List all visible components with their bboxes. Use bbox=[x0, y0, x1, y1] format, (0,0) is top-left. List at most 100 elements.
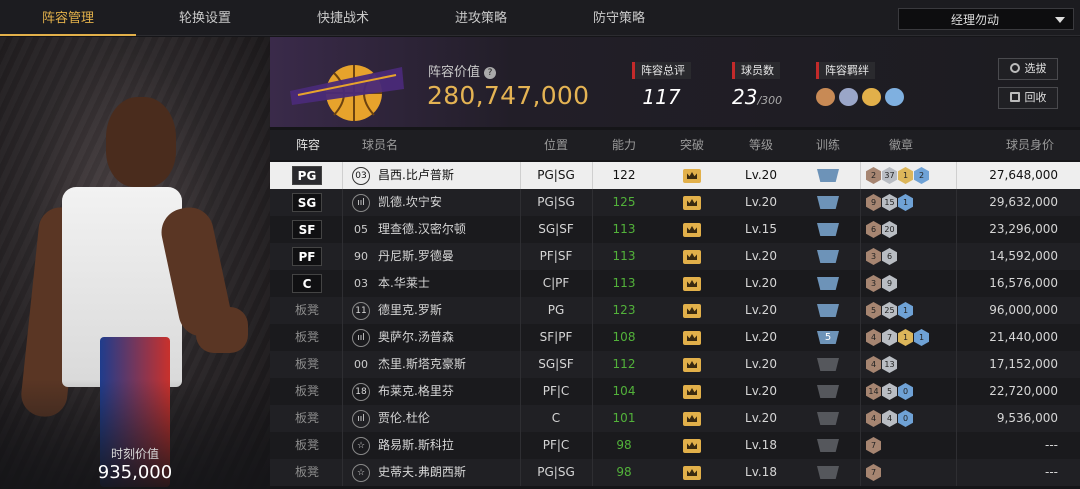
player-ability: 123 bbox=[612, 303, 636, 317]
col-lineup[interactable]: 阵容 bbox=[284, 130, 332, 160]
badge-icon: 20 bbox=[882, 221, 897, 238]
bond-group-icon[interactable] bbox=[862, 88, 881, 106]
breakthrough-crown-icon[interactable] bbox=[683, 223, 701, 237]
player-name[interactable]: 史蒂夫.弗朗西斯 bbox=[378, 459, 466, 486]
help-icon[interactable]: ? bbox=[484, 67, 497, 79]
col-level[interactable]: 等级 bbox=[730, 130, 792, 160]
player-name[interactable]: 杰里.斯塔克豪斯 bbox=[378, 351, 466, 378]
table-row[interactable]: 板凳 18 布莱克.格里芬 PF|C 104 Lv.20 14 5 0 22,720,000 bbox=[270, 378, 1080, 405]
slot-bench: 板凳 bbox=[294, 438, 319, 452]
training-icon[interactable] bbox=[817, 169, 839, 182]
table-row[interactable]: 板凳 ☆ 路易斯.斯科拉 PF|C 98 Lv.18 7 --- bbox=[270, 432, 1080, 459]
col-training[interactable]: 训练 bbox=[800, 130, 856, 160]
table-row[interactable]: 板凳 ııl 奥萨尔.汤普森 SF|PF 108 Lv.20 5 4 7 1 1 21,440,000 bbox=[270, 324, 1080, 351]
table-row[interactable]: PF 90 丹尼斯.罗德曼 PF|SF 113 Lv.20 3 6 14,592,000 bbox=[270, 243, 1080, 270]
player-position: PG|SG bbox=[537, 465, 575, 479]
recycle-button[interactable]: 回收 bbox=[998, 87, 1058, 109]
player-name[interactable]: 理查德.汉密尔顿 bbox=[378, 216, 466, 243]
player-name[interactable]: 丹尼斯.罗德曼 bbox=[378, 243, 454, 270]
training-icon[interactable] bbox=[817, 223, 839, 236]
player-name[interactable]: 昌西.比卢普斯 bbox=[378, 162, 454, 189]
col-player-worth[interactable]: 球员身价 bbox=[990, 130, 1070, 160]
breakthrough-crown-icon[interactable] bbox=[683, 277, 701, 291]
training-icon[interactable] bbox=[817, 466, 839, 479]
breakthrough-crown-icon[interactable] bbox=[683, 304, 701, 318]
breakthrough-crown-icon[interactable] bbox=[683, 196, 701, 210]
badge-list[interactable]: 440 bbox=[866, 410, 913, 427]
player-name[interactable]: 布莱克.格里芬 bbox=[378, 378, 454, 405]
col-breakthrough[interactable]: 突破 bbox=[664, 130, 720, 160]
badge-icon: 1 bbox=[898, 302, 913, 319]
jersey-number-icon: ııl bbox=[352, 194, 370, 212]
col-position[interactable]: 位置 bbox=[524, 130, 588, 160]
badge-list[interactable]: 2 37 1 2 bbox=[866, 167, 929, 184]
breakthrough-crown-icon[interactable] bbox=[683, 466, 701, 480]
table-row[interactable]: 板凳 11 德里克.罗斯 PG 123 Lv.20 5 25 1 96,000,000 bbox=[270, 297, 1080, 324]
badge-icon: 0 bbox=[898, 383, 913, 400]
badge-list[interactable]: 36 bbox=[866, 248, 897, 265]
player-name[interactable]: 本.华莱士 bbox=[378, 270, 430, 297]
training-icon[interactable] bbox=[817, 304, 839, 317]
refresh-icon bbox=[1009, 63, 1020, 73]
training-icon[interactable] bbox=[817, 412, 839, 425]
column-divider bbox=[342, 189, 343, 216]
tab-quick-tactics[interactable]: 快捷战术 bbox=[274, 0, 412, 36]
breakthrough-crown-icon[interactable] bbox=[683, 331, 701, 345]
bond-group-icon[interactable] bbox=[885, 88, 904, 106]
training-icon[interactable] bbox=[817, 196, 839, 209]
training-icon[interactable] bbox=[817, 250, 839, 263]
player-name[interactable]: 德里克.罗斯 bbox=[378, 297, 442, 324]
player-position: PG|SG bbox=[537, 195, 575, 209]
breakthrough-crown-icon[interactable] bbox=[683, 439, 701, 453]
table-row[interactable]: C 03 本.华莱士 C|PF 113 Lv.20 3 9 16,576,000 bbox=[270, 270, 1080, 297]
breakthrough-crown-icon[interactable] bbox=[683, 250, 701, 264]
badge-list[interactable]: 9 15 1 bbox=[866, 194, 913, 211]
lineup-summary-header: 阵容价值? 280,747,000 阵容总评 117 球员数 23/300 阵容… bbox=[270, 37, 1080, 127]
badge-list[interactable]: 6 20 bbox=[866, 221, 897, 238]
manager-select-value: 经理勿动 bbox=[951, 13, 1000, 27]
player-position: PG|SG bbox=[537, 168, 575, 182]
badge-list[interactable]: 5 25 1 bbox=[866, 302, 913, 319]
badge-list[interactable]: 7 bbox=[866, 437, 881, 454]
badge-list[interactable]: 14 5 0 bbox=[866, 383, 913, 400]
table-row[interactable]: 板凳 ııl 贾伦.杜伦 C 101 Lv.20 4 4 0 9,536,000 bbox=[270, 405, 1080, 432]
badge-list[interactable]: 4 13 bbox=[866, 356, 897, 373]
table-row[interactable]: PG 03 昌西.比卢普斯 PG|SG 122 Lv.20 2 37 1 2 27,648,000 bbox=[270, 162, 1080, 189]
player-name[interactable]: 路易斯.斯科拉 bbox=[378, 432, 454, 459]
tab-defense[interactable]: 防守策略 bbox=[550, 0, 688, 36]
bond-group-icon[interactable] bbox=[816, 88, 835, 106]
table-row[interactable]: SG ııl 凯德.坎宁安 PG|SG 125 Lv.20 9 15 1 29,632,000 bbox=[270, 189, 1080, 216]
badge-list[interactable]: 7 bbox=[866, 464, 881, 481]
table-row[interactable]: SF 05 理查德.汉密尔顿 SG|SF 113 Lv.15 6 20 23,296,000 bbox=[270, 216, 1080, 243]
tab-lineup[interactable]: 阵容管理 bbox=[0, 0, 136, 36]
training-icon[interactable] bbox=[817, 277, 839, 290]
col-ability[interactable]: 能力 bbox=[596, 130, 652, 160]
column-divider bbox=[860, 270, 861, 297]
badge-list[interactable]: 39 bbox=[866, 275, 897, 292]
manager-select[interactable]: 经理勿动 bbox=[898, 8, 1074, 30]
player-name[interactable]: 贾伦.杜伦 bbox=[378, 405, 430, 432]
table-row[interactable]: 板凳 00 杰里.斯塔克豪斯 SG|SF 112 Lv.20 4 13 17,152,000 bbox=[270, 351, 1080, 378]
col-player-name[interactable]: 球员名 bbox=[350, 130, 410, 160]
bond-group-icon[interactable] bbox=[839, 88, 858, 106]
tab-offense[interactable]: 进攻策略 bbox=[412, 0, 550, 36]
breakthrough-crown-icon[interactable] bbox=[683, 358, 701, 372]
training-icon[interactable] bbox=[817, 358, 839, 371]
training-icon[interactable] bbox=[817, 385, 839, 398]
badge-icon: 1 bbox=[898, 167, 913, 184]
tab-rotation[interactable]: 轮换设置 bbox=[136, 0, 274, 36]
player-name[interactable]: 奥萨尔.汤普森 bbox=[378, 324, 454, 351]
table-row[interactable]: 板凳 ☆ 史蒂夫.弗朗西斯 PG|SG 98 Lv.18 7 --- bbox=[270, 459, 1080, 486]
player-name[interactable]: 凯德.坎宁安 bbox=[378, 189, 442, 216]
training-icon[interactable] bbox=[817, 439, 839, 452]
breakthrough-crown-icon[interactable] bbox=[683, 169, 701, 183]
badge-list[interactable]: 4711 bbox=[866, 329, 929, 346]
column-divider bbox=[592, 297, 593, 324]
slot-badge: PF bbox=[292, 247, 322, 266]
player-level: Lv.20 bbox=[745, 249, 777, 263]
player-portrait-card[interactable]: 时刻价值 935,000 bbox=[0, 37, 270, 489]
breakthrough-crown-icon[interactable] bbox=[683, 412, 701, 426]
col-badges[interactable]: 徽章 bbox=[866, 130, 936, 160]
select-button[interactable]: 选拔 bbox=[998, 58, 1058, 80]
breakthrough-crown-icon[interactable] bbox=[683, 385, 701, 399]
